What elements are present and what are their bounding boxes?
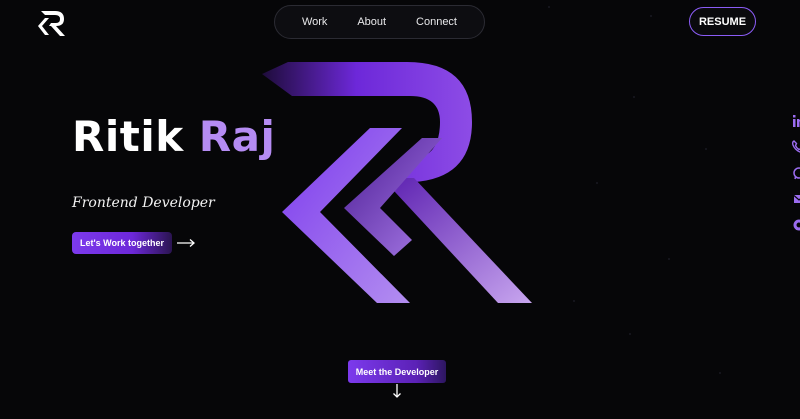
hero-first-name: Ritik [72,112,184,161]
nav-link-about[interactable]: About [357,16,386,28]
work-together-button[interactable]: Let's Work together [72,232,196,254]
background-dot [573,300,575,302]
meet-developer-button[interactable]: Meet the Developer [348,360,446,383]
whatsapp-icon[interactable] [790,166,800,180]
hero-title: Ritik Raj [72,116,275,158]
hero-subtitle: Frontend Developer [72,195,215,211]
background-dot [705,148,707,150]
hero-last-name: Raj [198,112,276,161]
background-dot [719,372,721,374]
background-dot [668,258,670,260]
linkedin-icon[interactable] [790,114,800,128]
arrow-right-icon [176,239,195,247]
background-dot [596,182,598,184]
landing-page: Work About Connect RESUME Ritik Raj Fron… [0,0,800,419]
phone-icon[interactable] [790,140,800,154]
main-nav: Work About Connect [274,5,485,39]
nav-link-connect[interactable]: Connect [416,16,457,28]
arrow-down-icon [393,384,401,398]
work-together-label: Let's Work together [72,232,172,254]
background-dot [629,333,631,335]
hero-logo-mark [262,62,532,303]
mail-icon[interactable] [790,192,800,206]
background-dot [548,6,550,8]
background-dot [633,96,635,98]
resume-button[interactable]: RESUME [689,7,756,36]
nav-link-work[interactable]: Work [302,16,327,28]
background-dot [650,15,652,17]
logo-icon[interactable] [38,8,68,38]
social-links [790,114,800,244]
github-icon[interactable] [790,218,800,232]
